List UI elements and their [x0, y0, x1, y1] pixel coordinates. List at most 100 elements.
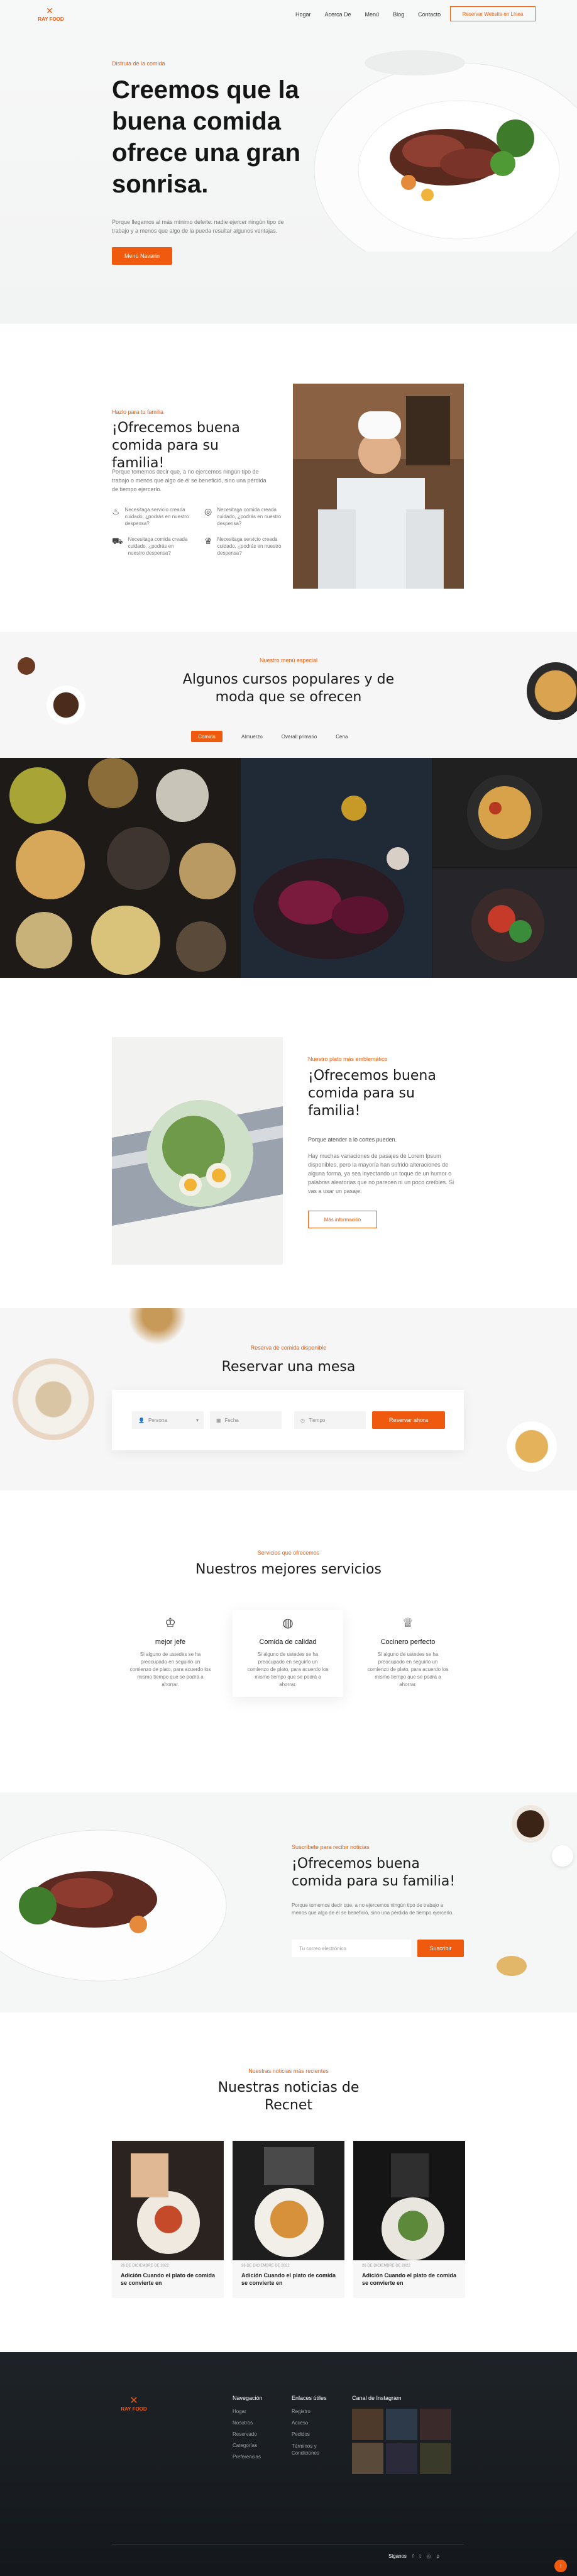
tab-cena[interactable]: Cena	[336, 734, 348, 740]
reserve-form: 👤 Persona ▾ ▦ Fecha ◷ Tiempo Reservar ahora	[112, 1390, 464, 1450]
news-post-title[interactable]: Adición Cuando el plato de comida se con…	[362, 2272, 456, 2287]
chips-bowl-image	[527, 662, 577, 720]
logo-icon: ✕	[46, 6, 53, 16]
offer-subtitle: Porque atender a lo cortes pueden.	[308, 1136, 397, 1143]
footer-link[interactable]: Pedidos	[292, 2431, 336, 2437]
feature-item: ⛟ Necesitaga comida creada cuidado, ¿pod…	[112, 536, 190, 557]
person-label: Persona	[148, 1417, 167, 1423]
courses-tag: Nuestro menú especial	[259, 657, 318, 663]
social-bar: Siganos f t ◎ p	[388, 2553, 439, 2559]
tab-overall[interactable]: Overall primario	[282, 734, 317, 740]
services-section: Servicios que ofrecemos Nuestros mejores…	[0, 1491, 577, 1792]
feature-text: Necesitaga servicio creada cuidado, ¿pod…	[217, 536, 282, 556]
footer-logo[interactable]: ✕ RAY FOOD	[112, 2396, 156, 2415]
instagram-thumb[interactable]	[352, 2409, 383, 2440]
service-text: Si alguno de ustedes se ha preocupado en…	[367, 1652, 449, 1687]
footer-col-title: Canal de Instagram	[352, 2395, 402, 2401]
footer-link[interactable]: Registro	[292, 2409, 336, 2414]
news-title: Nuestras noticias de Recnet	[217, 2080, 360, 2113]
reserve-section: Reserva de comida disponible Reservar un…	[0, 1308, 577, 1491]
clock-icon: ◷	[300, 1417, 305, 1423]
nav-contact[interactable]: Contacto	[418, 11, 441, 18]
arrow-up-icon: ↑	[559, 2562, 563, 2570]
footer-link[interactable]: Preferencias	[233, 2454, 263, 2460]
hero-section: ✕ RAY FOOD Hogar Acerca De Menú Blog Con…	[0, 0, 577, 324]
coffee-beans-image	[512, 1805, 549, 1843]
reserve-online-button[interactable]: Reservar Website en Línea	[450, 6, 536, 21]
hero-plate-image	[314, 50, 577, 252]
user-icon: 👤	[138, 1417, 145, 1423]
nav-home[interactable]: Hogar	[295, 11, 311, 18]
reserve-tag: Reserva de comida disponible	[250, 1345, 327, 1351]
service-card: ♕ Cocinero perfecto Si alguno de ustedes…	[367, 1615, 449, 1689]
service-text: Si alguno de ustedes se ha preocupado en…	[247, 1652, 329, 1687]
logo[interactable]: ✕ RAY FOOD	[29, 6, 73, 24]
news-date: 26 DE DICIEMBRE DE 2022	[121, 2264, 169, 2268]
reserve-now-button[interactable]: Reservar ahora	[372, 1411, 445, 1429]
service-card: ◍ Comida de calidad Si alguno de ustedes…	[247, 1615, 329, 1689]
tab-almuerzo[interactable]: Almuerzo	[241, 734, 263, 740]
footer-col-title: Enlaces útiles	[292, 2395, 327, 2401]
newsletter-text: Porque tomemos decir que, a no ejercemos…	[292, 1902, 454, 1916]
calendar-icon: ▦	[216, 1417, 221, 1423]
about-section: Hazlo para tu familia ¡Ofrecemos buena c…	[0, 324, 577, 632]
footer-link[interactable]: Términos y Condiciones	[292, 2443, 336, 2457]
footer-logo-text: RAY FOOD	[121, 2406, 147, 2412]
news-card[interactable]: 26 DE DICIEMBRE DE 2022 Adición Cuando e…	[353, 2141, 465, 2298]
logo-text: RAY FOOD	[38, 16, 64, 22]
coffee-bowl-image	[47, 686, 85, 724]
news-image	[112, 2141, 224, 2260]
footer-link[interactable]: Reservado	[233, 2431, 263, 2437]
person-select[interactable]: 👤 Persona ▾	[132, 1411, 204, 1429]
about-tag: Hazlo para tu familia	[112, 409, 164, 415]
cook-icon: ♕	[402, 1616, 414, 1630]
time-field[interactable]: ◷ Tiempo	[294, 1411, 366, 1429]
subscribe-button[interactable]: Suscribir	[417, 1940, 464, 1957]
courses-section: Nuestro menú especial Algunos cursos pop…	[0, 632, 577, 758]
tab-comida[interactable]: Comida	[191, 731, 223, 742]
services-tag: Servicios que ofrecemos	[257, 1550, 320, 1556]
steak-plate-image	[0, 1829, 227, 1982]
hero-title: Creemos que la buena comida ofrece una g…	[112, 76, 301, 198]
instagram-thumb[interactable]	[386, 2443, 417, 2474]
nav-blog[interactable]: Blog	[393, 11, 404, 18]
instagram-thumb[interactable]	[420, 2443, 451, 2474]
scroll-top-button[interactable]: ↑	[554, 2560, 567, 2572]
chef-icon: ♔	[165, 1616, 176, 1630]
social-label: Siganos	[388, 2553, 407, 2559]
footer-link[interactable]: Acceso	[292, 2420, 336, 2426]
instagram-thumb[interactable]	[386, 2409, 417, 2440]
service-name: Comida de calidad	[259, 1638, 317, 1646]
instagram-thumb[interactable]	[420, 2409, 451, 2440]
date-label: Fecha	[224, 1417, 239, 1423]
food-gallery	[0, 758, 577, 978]
news-post-title[interactable]: Adición Cuando el plato de comida se con…	[121, 2272, 215, 2287]
news-card[interactable]: 26 DE DICIEMBRE DE 2022 Adición Cuando e…	[112, 2141, 224, 2298]
nav-menu[interactable]: Menú	[365, 11, 380, 18]
serving-icon: ♛	[204, 536, 212, 546]
date-field[interactable]: ▦ Fecha	[210, 1411, 282, 1429]
instagram-icon[interactable]: ◎	[426, 2553, 431, 2559]
footer-link[interactable]: Categorías	[233, 2443, 263, 2448]
pinterest-icon[interactable]: p	[436, 2553, 439, 2559]
feature-text: Necesitaga comida creada cuidado, ¿podrá…	[128, 536, 188, 556]
time-label: Tiempo	[308, 1417, 326, 1423]
hero-menu-button[interactable]: Menú Navarin	[112, 247, 172, 265]
feature-item: ♛ Necesitaga servicio creada cuidado, ¿p…	[204, 536, 283, 557]
footer-link[interactable]: Hogar	[233, 2409, 263, 2414]
twitter-icon[interactable]: t	[419, 2553, 420, 2559]
service-name: Cocinero perfecto	[380, 1638, 436, 1646]
email-input[interactable]: Tu correo electrónico	[292, 1940, 411, 1957]
news-card[interactable]: 26 DE DICIEMBRE DE 2022 Adición Cuando e…	[233, 2141, 344, 2298]
news-post-title[interactable]: Adición Cuando el plato de comida se con…	[241, 2272, 336, 2287]
feature-text: Necesitaga comida creada cuidado, ¿podrá…	[217, 507, 282, 526]
footer-link[interactable]: Nosotros	[233, 2420, 263, 2426]
facebook-icon[interactable]: f	[412, 2553, 414, 2559]
mug-image	[552, 1845, 573, 1867]
feature-item: ♨ Necesitaga servicio creada cuidado, ¿p…	[112, 506, 190, 527]
courses-tabs: Comida Almuerzo Overall primario Cena	[191, 731, 348, 742]
nav-about[interactable]: Acerca De	[325, 11, 351, 18]
news-tag: Nuestras noticias más recientes	[248, 2068, 329, 2074]
more-info-button[interactable]: Más información	[308, 1211, 377, 1228]
instagram-thumb[interactable]	[352, 2443, 383, 2474]
